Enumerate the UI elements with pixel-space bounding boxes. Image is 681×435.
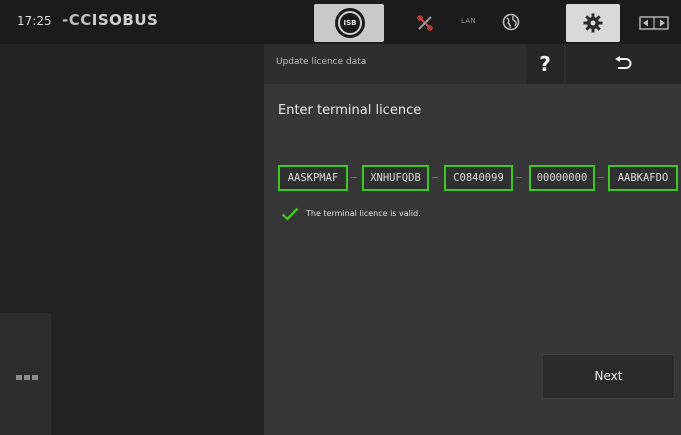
isb-icon-label: ISB bbox=[338, 11, 362, 35]
field-separator bbox=[432, 177, 438, 178]
tools-icon[interactable] bbox=[416, 14, 434, 32]
panel-title: Update licence data bbox=[276, 57, 367, 67]
licence-field-1[interactable]: AASKPMAF bbox=[278, 165, 348, 191]
switch-screen-icon bbox=[639, 16, 669, 30]
menu-dots-icon bbox=[16, 375, 38, 380]
checkmark-icon bbox=[281, 207, 299, 221]
panel-header: Update licence data ? bbox=[264, 44, 681, 84]
back-icon bbox=[615, 56, 632, 69]
validation-text: The terminal licence is valid. bbox=[306, 209, 421, 218]
field-separator bbox=[598, 177, 604, 178]
gear-icon bbox=[583, 13, 603, 33]
licence-field-3[interactable]: C0840099 bbox=[444, 165, 513, 191]
app-menu-tab[interactable] bbox=[0, 313, 51, 435]
help-button[interactable]: ? bbox=[526, 44, 564, 84]
back-button[interactable] bbox=[566, 44, 681, 84]
page-heading: Enter terminal licence bbox=[278, 103, 422, 118]
settings-button[interactable] bbox=[566, 4, 620, 42]
brand-logo: -CCISOBUS bbox=[62, 11, 158, 29]
field-separator bbox=[516, 177, 522, 178]
lan-icon: LAN bbox=[461, 17, 476, 25]
licence-field-2[interactable]: XNHUFQDB bbox=[362, 165, 429, 191]
licence-panel: Update licence data ? Enter terminal lic… bbox=[264, 44, 681, 435]
switch-screen-button[interactable] bbox=[626, 4, 681, 42]
isb-icon: ISB bbox=[335, 8, 365, 38]
brand-logo-suffix: ISOBUS bbox=[91, 11, 159, 29]
field-separator bbox=[351, 177, 357, 178]
next-button[interactable]: Next bbox=[542, 354, 675, 399]
status-bar: 17:25 -CCISOBUS ISB LAN bbox=[0, 0, 681, 44]
isb-button[interactable]: ISB bbox=[314, 4, 384, 42]
clock: 17:25 bbox=[17, 14, 52, 28]
brand-logo-prefix: -CC bbox=[62, 11, 92, 29]
licence-field-4[interactable]: 00000000 bbox=[529, 165, 595, 191]
licence-field-5[interactable]: AABKAFDO bbox=[608, 165, 678, 191]
globe-icon bbox=[502, 13, 520, 31]
